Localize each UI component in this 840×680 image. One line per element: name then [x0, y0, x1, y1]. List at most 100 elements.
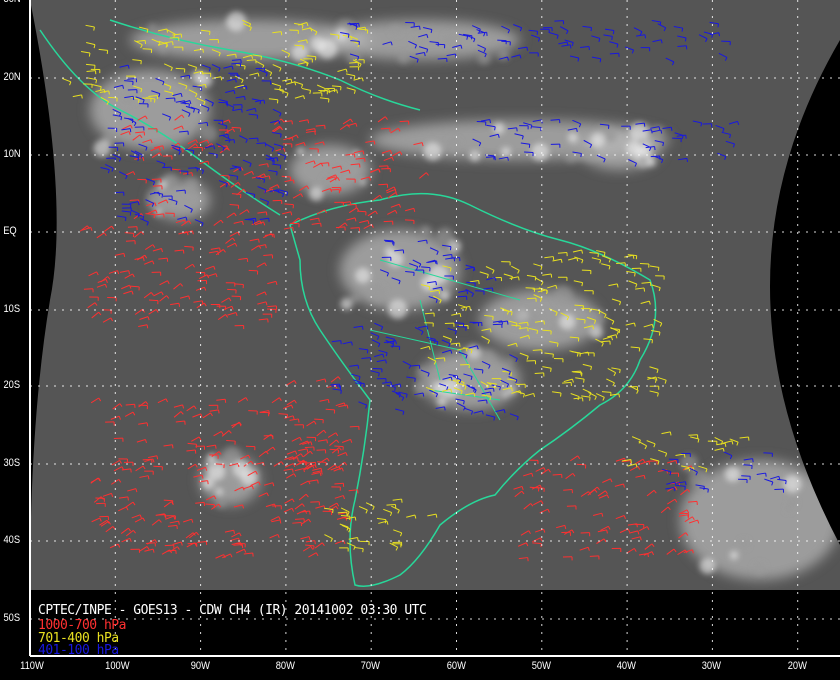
cloud-cell [446, 138, 462, 153]
wind-barb-flag [253, 194, 256, 199]
wind-barb [125, 240, 135, 242]
wind-barb [741, 475, 751, 477]
wind-barb [153, 465, 163, 468]
wind-barb-flag [146, 422, 149, 427]
wind-barb-flag [307, 119, 310, 124]
wind-barb [349, 425, 359, 428]
cloud-cell [567, 132, 579, 143]
wind-barb-flag [81, 94, 83, 99]
wind-barb-flag [354, 516, 357, 521]
cloud-cell [412, 36, 420, 44]
cloud-cell [148, 23, 156, 32]
wind-barb-flag [494, 126, 496, 131]
wind-barb-flag [362, 150, 365, 155]
cloud-cell [159, 47, 166, 54]
wind-barb-flag [236, 176, 239, 180]
cloud-cell [423, 142, 442, 161]
lon-label: 50W [531, 660, 551, 672]
cloud-cell [559, 328, 570, 339]
cloud-cell [340, 297, 353, 311]
wind-barb [457, 326, 467, 328]
cloud-cell [783, 475, 802, 493]
wind-barb-flag [686, 158, 688, 163]
lon-label: 60W [446, 660, 466, 672]
cloud-cell [531, 143, 549, 161]
wind-barb [263, 254, 273, 256]
wind-barb [325, 408, 335, 411]
wind-barb-flag [478, 280, 480, 285]
wind-barb [639, 262, 649, 265]
wind-barb-flag [583, 379, 585, 383]
cloud-cell [502, 391, 509, 398]
wind-barb-flag [161, 194, 164, 198]
cloud-cell [590, 132, 606, 148]
wind-barb [306, 461, 316, 464]
cloud-cell [389, 24, 401, 36]
wind-barb-flag [340, 390, 342, 394]
cloud-cell [387, 299, 408, 319]
map-title: CPTEC/INPE - GOES13 - CDW CH4 (IR) 20141… [38, 603, 427, 618]
wind-barb [205, 503, 215, 506]
wind-barb-flag [188, 75, 191, 79]
cloud-cell [443, 33, 456, 46]
wind-barb-flag [630, 459, 632, 464]
wind-barb [383, 239, 394, 242]
wind-barb-flag [273, 234, 275, 238]
lon-label: 30W [702, 660, 722, 672]
wind-barb-flag [88, 52, 91, 57]
cloud-cell [215, 30, 228, 43]
wind-barb-flag [220, 76, 223, 81]
wind-barb-flag [357, 365, 360, 369]
wind-barb-flag [347, 34, 350, 38]
wind-barb-flag [276, 157, 279, 162]
cloud-cell [507, 357, 514, 365]
wind-barb-flag [616, 283, 619, 288]
wind-barb [124, 232, 134, 234]
cloud-cell [500, 147, 512, 158]
wind-barb [399, 120, 409, 123]
wind-barb-flag [658, 331, 661, 336]
wind-barb-flag [280, 133, 282, 138]
wind-barb-flag [326, 439, 328, 444]
lon-label: 110W [20, 660, 44, 672]
wind-barb-flag [301, 24, 304, 29]
wind-barb-flag [619, 369, 621, 374]
wind-barb [552, 473, 562, 476]
wind-barb-flag [353, 153, 356, 158]
wind-barb [231, 126, 241, 129]
wind-barb [334, 445, 344, 448]
wind-barb-flag [321, 470, 323, 475]
wind-barb [534, 372, 544, 374]
wind-barb-flag [499, 386, 501, 391]
wind-barb-flag [489, 119, 491, 124]
wind-barb [162, 166, 172, 169]
wind-barb-flag [268, 410, 270, 415]
wind-barb-flag [685, 481, 687, 486]
wind-barb-flag [576, 128, 578, 132]
wind-barb-flag [153, 98, 156, 103]
wind-barb [526, 297, 536, 300]
wind-barb-flag [260, 56, 263, 60]
wind-barb-flag [658, 126, 661, 131]
cloud-cell [119, 86, 138, 104]
wind-barb [267, 305, 277, 308]
lon-label: 40W [616, 660, 637, 672]
cloud-cell [729, 550, 739, 560]
cloud-cell [355, 267, 371, 284]
wind-barb-flag [560, 259, 563, 263]
wind-barb-flag [120, 116, 123, 121]
wind-barb-flag [517, 276, 520, 281]
wind-barb [677, 45, 687, 48]
wind-barb [165, 97, 175, 100]
wind-barb-flag [489, 391, 492, 396]
wind-barb-flag [268, 218, 270, 222]
map-canvas [29, 0, 840, 657]
lat-label: 20S [3, 379, 21, 391]
wind-barb-flag [426, 239, 428, 244]
lat-label: 10S [3, 303, 21, 315]
wind-barb-flag [527, 322, 529, 326]
wind-barb-flag [124, 217, 127, 222]
wind-barb [295, 518, 305, 520]
wind-barb-flag [673, 487, 676, 492]
wind-barb-flag [318, 218, 320, 222]
